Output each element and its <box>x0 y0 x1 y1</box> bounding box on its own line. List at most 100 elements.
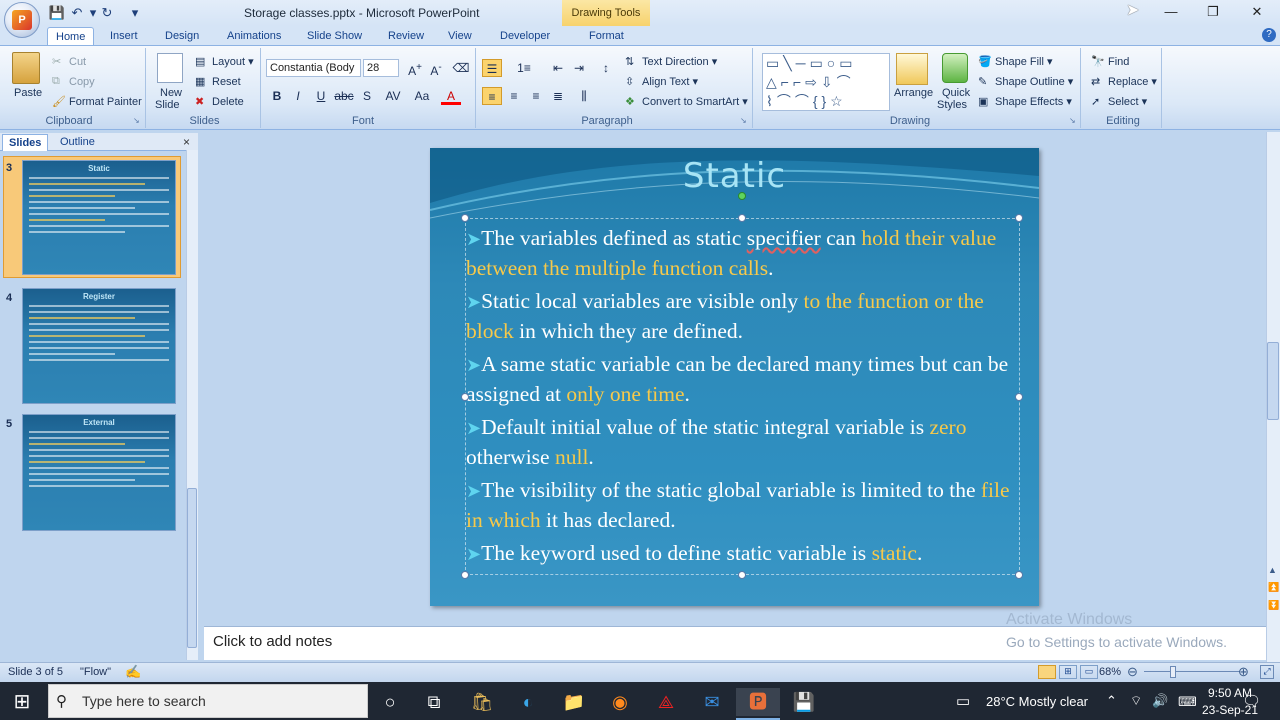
save-icon[interactable]: 💾 <box>48 4 66 22</box>
increase-indent-icon[interactable]: ⇥ <box>569 59 589 77</box>
bullets-icon[interactable]: ☰ <box>482 59 502 77</box>
slide-sorter-icon[interactable]: ⊞ <box>1059 665 1077 679</box>
font-color-icon[interactable]: A <box>441 87 461 105</box>
align-text-button[interactable]: ⇳ Align Text ▾ <box>625 75 698 89</box>
zoom-out-icon[interactable]: ⊖ <box>1127 664 1138 680</box>
format-painter-button[interactable]: 🖌 Format Painter <box>52 95 142 109</box>
layout-button[interactable]: ▤ Layout ▾ <box>195 55 254 69</box>
save-app-icon[interactable]: 💾 <box>790 688 818 716</box>
zoom-level[interactable]: 68% <box>1099 666 1121 678</box>
align-right-icon[interactable]: ≡ <box>526 87 546 105</box>
text-direction-button[interactable]: ⇅ Text Direction ▾ <box>625 55 717 69</box>
text-shadow-icon[interactable]: S <box>357 87 377 105</box>
resize-handle[interactable] <box>461 214 469 222</box>
customize-qat-icon[interactable]: ▾ <box>126 4 144 22</box>
normal-view-icon[interactable] <box>1038 665 1056 679</box>
close-pane-icon[interactable]: × <box>183 135 190 149</box>
numbering-icon[interactable]: 1≡ <box>514 59 534 77</box>
paste-button[interactable]: Paste <box>14 87 42 99</box>
windows-start-icon[interactable]: ⊞ <box>8 688 36 716</box>
find-button[interactable]: 🔭 Find <box>1091 55 1129 69</box>
file-explorer-icon[interactable]: 📁 <box>560 688 588 716</box>
maximize-button[interactable]: ❐ <box>1192 0 1234 24</box>
powerpoint-taskbar-icon[interactable]: 🅿 <box>736 688 780 716</box>
language-icon[interactable]: ⌨ <box>1178 694 1197 710</box>
redo-icon[interactable]: ↻ <box>98 4 116 22</box>
line-spacing-icon[interactable]: ↕ <box>596 59 616 77</box>
tab-review[interactable]: Review <box>380 27 432 46</box>
resize-handle[interactable] <box>738 214 746 222</box>
notifications-icon[interactable]: 🗨 <box>1242 692 1261 710</box>
notes-placeholder[interactable]: Click to add notes <box>213 633 332 650</box>
underline-icon[interactable]: U <box>311 87 331 105</box>
select-button[interactable]: ➚ Select ▾ <box>1091 95 1147 109</box>
tab-design[interactable]: Design <box>157 27 207 46</box>
shape-effects-button[interactable]: ▣ Shape Effects ▾ <box>978 95 1072 109</box>
slide-thumbnail-3[interactable]: Static <box>22 160 176 275</box>
slide-title[interactable]: Static <box>430 156 1039 196</box>
mail-icon[interactable]: ✉ <box>698 688 726 716</box>
align-left-icon[interactable]: ≡ <box>482 87 502 105</box>
show-hidden-icons[interactable]: ⌃ <box>1106 693 1117 709</box>
tab-outline-pane[interactable]: Outline <box>54 134 101 151</box>
tab-home[interactable]: Home <box>47 27 95 46</box>
resize-handle[interactable] <box>1015 571 1023 579</box>
quick-styles-icon[interactable] <box>942 53 968 83</box>
tab-format[interactable]: Format <box>581 27 632 46</box>
tab-insert[interactable]: Insert <box>102 27 146 46</box>
office-button[interactable]: P <box>4 2 40 38</box>
slide-scroll-thumb[interactable] <box>1267 342 1279 420</box>
align-center-icon[interactable]: ≡ <box>504 87 524 105</box>
fit-to-window-icon[interactable]: ⤢ <box>1260 665 1274 679</box>
quick-styles-label-2[interactable]: Styles <box>937 99 967 111</box>
tab-view[interactable]: View <box>440 27 480 46</box>
paragraph-launcher-icon[interactable]: ↘ <box>740 116 747 125</box>
convert-smartart-button[interactable]: ❖ Convert to SmartArt ▾ <box>625 95 748 109</box>
paste-icon[interactable] <box>12 52 40 84</box>
font-family-combo[interactable]: Constantia (Body <box>266 59 361 77</box>
bold-icon[interactable]: B <box>267 87 287 105</box>
shrink-font-icon[interactable]: A- <box>426 59 446 78</box>
slide-show-icon[interactable]: ▭ <box>1080 665 1098 679</box>
shapes-gallery[interactable]: ▭╲─▭○▭ △⌐⌐⇨⇩⌒ ⌇⌒⌒{}☆ <box>762 53 890 111</box>
character-spacing-icon[interactable]: AV <box>380 87 406 105</box>
next-slide-icon[interactable]: ⏬ <box>1268 600 1279 611</box>
clipboard-launcher-icon[interactable]: ↘ <box>133 116 140 125</box>
grow-font-icon[interactable]: A+ <box>405 59 425 78</box>
columns-icon[interactable]: ⫼ <box>574 87 594 105</box>
store-icon[interactable]: 🛍 <box>468 688 496 716</box>
weather-text[interactable]: 28°C Mostly clear <box>986 694 1088 709</box>
resize-handle[interactable] <box>461 571 469 579</box>
spelling-check-icon[interactable]: ✍ <box>125 664 141 680</box>
weather-icon[interactable]: ▭ <box>956 692 970 710</box>
zoom-slider-thumb[interactable] <box>1170 666 1176 678</box>
new-slide-label-2[interactable]: Slide <box>155 99 179 111</box>
resize-handle[interactable] <box>1015 214 1023 222</box>
edge-icon[interactable]: ◐ <box>514 688 542 716</box>
arrange-icon[interactable] <box>896 53 928 85</box>
scroll-up-icon[interactable]: ▲ <box>1268 565 1277 575</box>
shape-outline-button[interactable]: ✎ Shape Outline ▾ <box>978 75 1073 89</box>
clear-formatting-icon[interactable]: ⌫ <box>451 59 471 77</box>
decrease-indent-icon[interactable]: ⇤ <box>548 59 568 77</box>
reset-button[interactable]: ▦ Reset <box>195 75 241 89</box>
cut-button[interactable]: ✂ Cut <box>52 55 86 69</box>
copy-button[interactable]: ⧉ Copy <box>52 75 95 89</box>
resize-handle[interactable] <box>1015 393 1023 401</box>
tab-animations[interactable]: Animations <box>219 27 289 46</box>
new-slide-label-1[interactable]: New <box>160 87 182 99</box>
italic-icon[interactable]: I <box>288 87 308 105</box>
cortana-icon[interactable]: ○ <box>376 688 404 716</box>
zoom-in-icon[interactable]: ⊕ <box>1238 664 1249 680</box>
new-slide-icon[interactable] <box>157 53 183 83</box>
close-button[interactable]: ✕ <box>1236 0 1278 24</box>
shape-fill-button[interactable]: 🪣 Shape Fill ▾ <box>978 55 1053 69</box>
rotate-handle[interactable] <box>738 192 746 200</box>
search-placeholder[interactable]: Type here to search <box>82 693 206 709</box>
acrobat-icon[interactable]: ⟁ <box>652 688 680 716</box>
strikethrough-icon[interactable]: abc <box>334 87 354 105</box>
task-view-icon[interactable]: ⧉ <box>420 688 448 716</box>
zoom-slider-track[interactable] <box>1144 671 1240 672</box>
change-case-icon[interactable]: Aa <box>409 87 435 105</box>
slide-thumbnail-5[interactable]: External <box>22 414 176 531</box>
